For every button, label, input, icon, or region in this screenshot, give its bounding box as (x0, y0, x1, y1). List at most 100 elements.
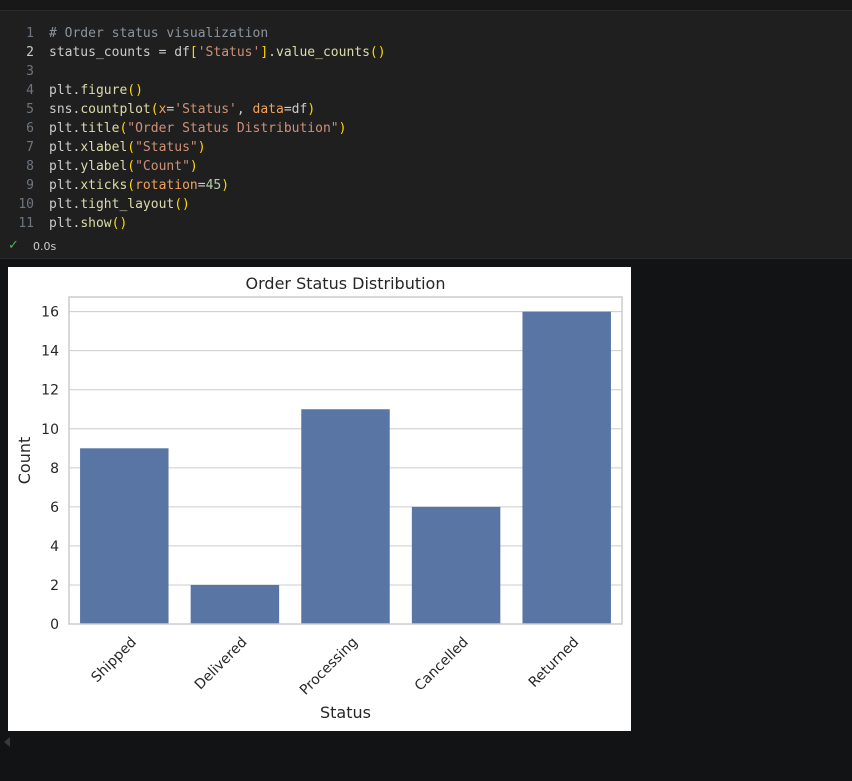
code-token: value_counts (276, 45, 370, 60)
code-token: countplot (80, 102, 151, 117)
bar-processing (301, 409, 390, 624)
y-tick-label: 2 (50, 578, 59, 594)
line-number: 5 (26, 102, 34, 117)
x-tick-label: Shipped (88, 634, 140, 686)
code-token: data (252, 102, 284, 117)
x-tick-label: Cancelled (412, 634, 472, 694)
code-token: 45 (205, 178, 222, 193)
code-token: 'Status' (197, 45, 261, 60)
bar-chart: 0 2 4 6 8 10 12 14 16 Shipped Delivered Processing C… (15, 274, 623, 722)
line-number: 6 (26, 121, 34, 136)
code-token: ylabel (80, 159, 128, 174)
code-token: tight_layout (80, 197, 175, 212)
code-token: plt. (49, 159, 81, 174)
code-token: sns. (49, 102, 81, 117)
code-line[interactable]: 7 plt.xlabel("Status") (0, 138, 852, 157)
code-line[interactable]: 6 plt.title("Order Status Distribution") (0, 119, 852, 138)
code-text: status_counts = df['Status'].value_count… (49, 43, 386, 62)
code-token: "Order Status Distribution" (127, 121, 339, 136)
code-token: plt. (49, 197, 81, 212)
code-token: plt. (49, 216, 81, 231)
code-text: # Order status visualization (49, 24, 268, 43)
code-token: ) (338, 121, 347, 136)
y-tick-label: 8 (50, 461, 59, 477)
plot-output: 0 2 4 6 8 10 12 14 16 Shipped Delivered Processing C… (8, 267, 631, 731)
execution-status: ✓ 0.0s (0, 237, 852, 257)
code-line[interactable]: 3 (0, 62, 852, 81)
code-token: () (174, 197, 190, 212)
y-tick-label: 10 (41, 422, 59, 438)
code-token: plt. (49, 121, 81, 136)
code-token: title (80, 121, 120, 136)
code-token: plt. (49, 83, 81, 98)
scroll-left-arrow-icon[interactable] (4, 737, 10, 747)
code-line[interactable]: 10 plt.tight_layout() (0, 195, 852, 214)
code-token: ( (127, 178, 136, 193)
code-token: () (369, 45, 386, 60)
y-tick-label: 12 (41, 383, 59, 399)
y-axis-label: Count (15, 437, 34, 485)
code-token: show (80, 216, 112, 231)
code-token: ) (197, 140, 206, 155)
bar-shipped (80, 448, 169, 624)
line-number: 7 (26, 140, 34, 155)
line-number: 11 (18, 216, 34, 231)
bar-returned (522, 311, 611, 624)
code-text: plt.ylabel("Count") (49, 157, 198, 176)
bar-delivered (190, 584, 280, 624)
check-icon: ✓ (8, 238, 19, 253)
code-token: ( (127, 140, 136, 155)
code-line[interactable]: 9 plt.xticks(rotation=45) (0, 176, 852, 195)
y-tick-label: 0 (50, 617, 59, 633)
code-line[interactable]: 5 sns.countplot(x='Status', data=df) (0, 100, 852, 119)
bar-cancelled (411, 506, 501, 624)
y-tick-label: 4 (50, 539, 59, 555)
code-cell[interactable]: 1 # Order status visualization 2 status_cou… (0, 11, 852, 258)
execution-time: 0.0s (33, 240, 57, 253)
x-tick-label: Returned (526, 634, 583, 691)
code-token: =df (283, 102, 308, 117)
code-text: plt.show() (49, 214, 127, 233)
line-number: 8 (26, 159, 34, 174)
line-number: 10 (18, 197, 34, 212)
code-token: ) (189, 159, 198, 174)
code-token: ( (127, 159, 136, 174)
code-token: () (111, 216, 128, 231)
line-number: 3 (26, 64, 34, 79)
line-number: 9 (26, 178, 34, 193)
code-text: plt.title("Order Status Distribution") (49, 119, 346, 138)
code-token: ) (221, 178, 230, 193)
chart-title: Order Status Distribution (246, 274, 446, 293)
code-text: plt.figure() (49, 81, 143, 100)
code-token: . (268, 45, 276, 60)
x-axis-label: Status (320, 703, 371, 722)
y-tick-label: 14 (41, 344, 59, 360)
code-token: status_counts = df (49, 45, 190, 60)
code-token: xlabel (80, 140, 128, 155)
line-number: 1 (26, 26, 34, 41)
line-number: 4 (26, 83, 34, 98)
code-text: plt.tight_layout() (49, 195, 190, 214)
code-line[interactable]: 8 plt.ylabel("Count") (0, 157, 852, 176)
code-text: plt.xlabel("Status") (49, 138, 206, 157)
code-token: plt. (49, 140, 81, 155)
x-tick-label: Delivered (192, 634, 251, 693)
code-token: ) (307, 102, 316, 117)
editor-top-bar (0, 0, 852, 11)
code-token: [ (189, 45, 198, 60)
code-line[interactable]: 1 # Order status visualization (0, 24, 852, 43)
line-number: 2 (26, 45, 34, 60)
code-token: xticks (80, 178, 128, 193)
code-line[interactable]: 11 plt.show() (0, 214, 852, 233)
code-text: sns.countplot(x='Status', data=df) (49, 100, 315, 119)
code-token: ] (260, 45, 269, 60)
code-token: = (197, 178, 206, 193)
code-token: ( (150, 102, 159, 117)
code-line[interactable]: 4 plt.figure() (0, 81, 852, 100)
code-token: rotation (135, 178, 198, 193)
y-tick-label: 6 (50, 500, 59, 516)
code-editor[interactable]: 1 # Order status visualization 2 status_cou… (0, 24, 852, 233)
code-token: figure (80, 83, 128, 98)
code-token: plt. (49, 178, 81, 193)
code-line[interactable]: 2 status_counts = df['Status'].value_coun… (0, 43, 852, 62)
